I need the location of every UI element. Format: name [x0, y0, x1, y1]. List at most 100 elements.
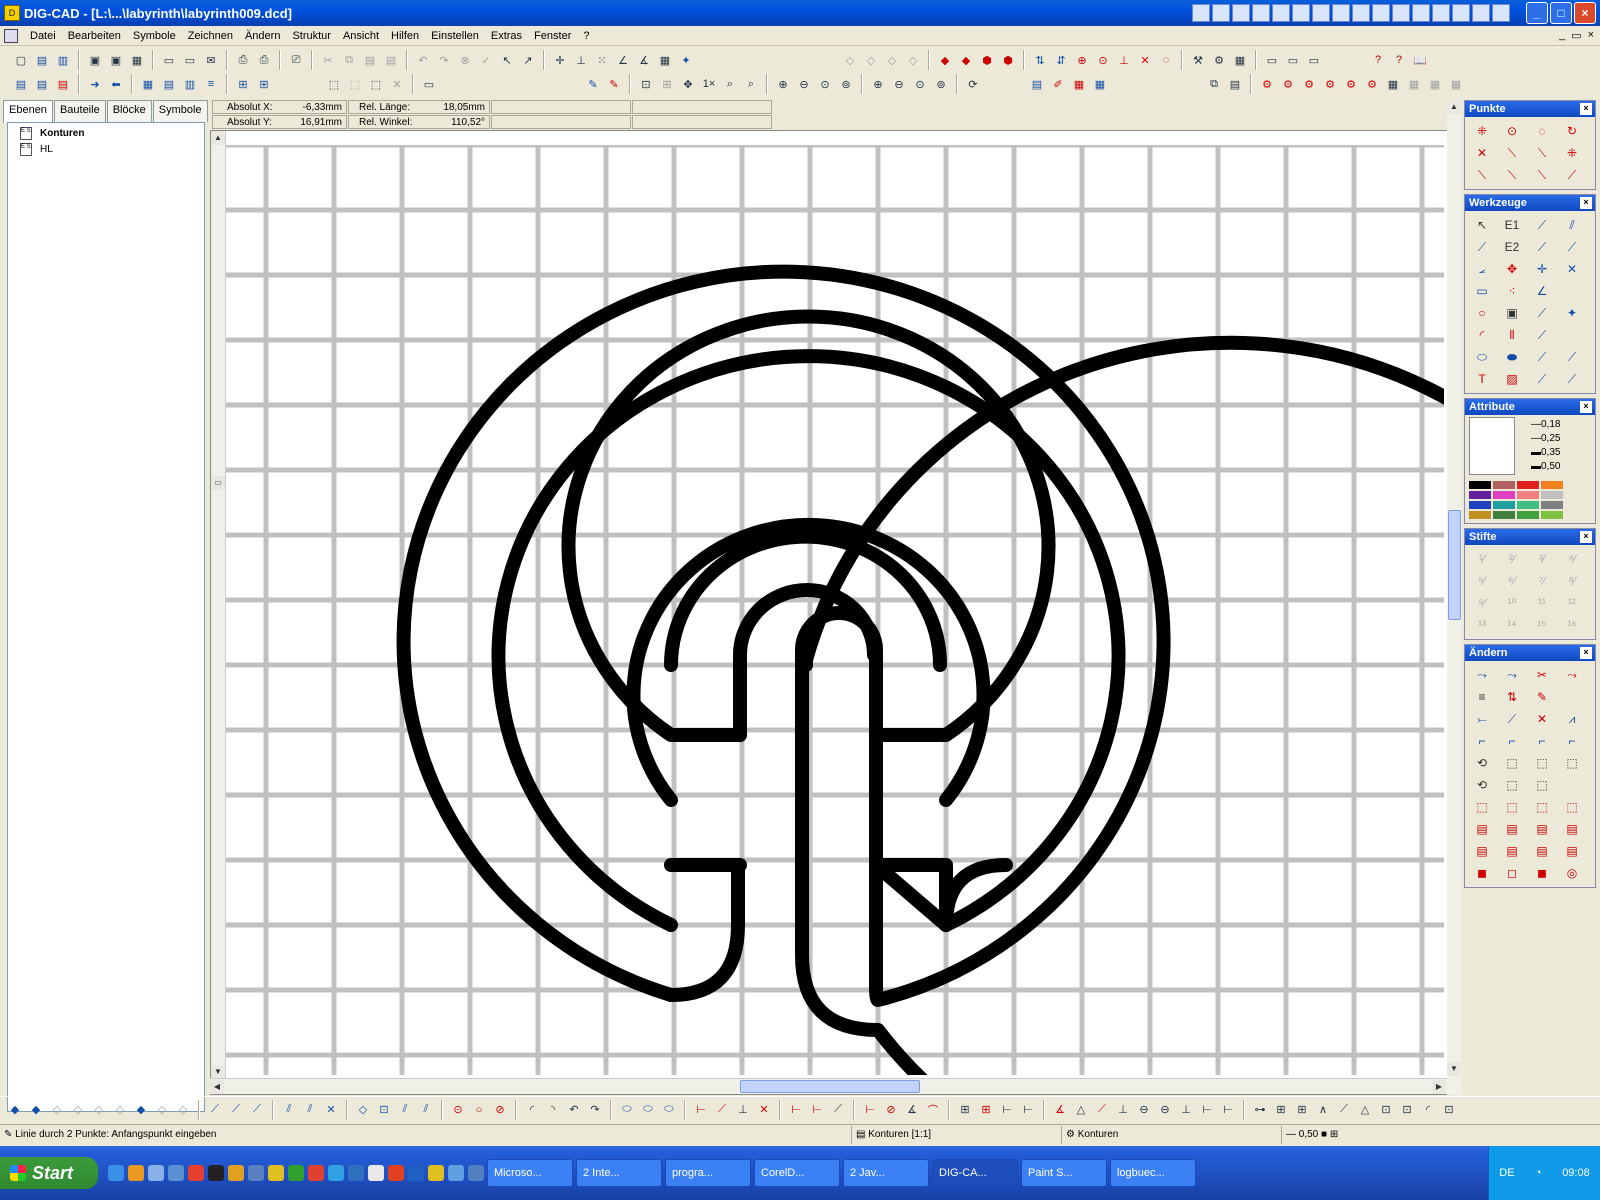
- point-intersect-icon[interactable]: ✕: [1471, 143, 1493, 163]
- tool6-icon[interactable]: [348, 1165, 364, 1181]
- dim26-icon[interactable]: ⊞: [1272, 1101, 1290, 1119]
- point-icon[interactable]: ⁜: [1471, 121, 1493, 141]
- arc-draw2-icon[interactable]: ◝: [544, 1101, 562, 1119]
- modify-block6-icon[interactable]: ▤: [1501, 841, 1523, 861]
- modify-3d3-icon[interactable]: ◼: [1531, 863, 1553, 883]
- pen-7-icon[interactable]: ⁷⁄: [1531, 571, 1553, 591]
- unit-icon[interactable]: ▭: [420, 75, 438, 93]
- shortcut-icon[interactable]: [1212, 4, 1230, 22]
- color-swatch[interactable]: [1469, 511, 1491, 519]
- paste-icon[interactable]: ▤: [361, 51, 379, 69]
- shortcut-icon[interactable]: [1312, 4, 1330, 22]
- modify-chamfer-icon[interactable]: ⌐: [1501, 731, 1523, 751]
- taskbar-item-internet[interactable]: 2 Inte...: [576, 1159, 662, 1187]
- modify-3d-icon[interactable]: ◼: [1471, 863, 1493, 883]
- cancel-icon[interactable]: ⊗: [456, 51, 474, 69]
- modify-delete-icon[interactable]: ✕: [1531, 709, 1553, 729]
- modify-block8-icon[interactable]: ▤: [1561, 841, 1583, 861]
- dim33-icon[interactable]: ◜: [1419, 1101, 1437, 1119]
- dim20-icon[interactable]: ⊖: [1135, 1101, 1153, 1119]
- menu-extras[interactable]: Extras: [485, 26, 528, 46]
- angle-snap-icon[interactable]: ∠: [614, 51, 632, 69]
- shortcut-icon[interactable]: [1392, 4, 1410, 22]
- circle-draw3-icon[interactable]: ⊘: [491, 1101, 509, 1119]
- snap-tangent-icon[interactable]: ⊙: [1094, 51, 1112, 69]
- confirm-icon[interactable]: ✓: [477, 51, 495, 69]
- save-as-icon[interactable]: ▣: [107, 51, 125, 69]
- compass-icon[interactable]: ✦: [1561, 303, 1583, 323]
- tab-ebenen[interactable]: Ebenen: [3, 100, 53, 123]
- pen-12-icon[interactable]: ¹²: [1561, 593, 1583, 613]
- taskbar-item-programm[interactable]: progra...: [665, 1159, 751, 1187]
- menu-zeichnen[interactable]: Zeichnen: [182, 26, 239, 46]
- arc-draw3-icon[interactable]: ↶: [565, 1101, 583, 1119]
- modify-array2-icon[interactable]: ⬚: [1501, 775, 1523, 795]
- scroll-down-right-icon[interactable]: ▼: [1447, 1062, 1461, 1076]
- menu-ansicht[interactable]: Ansicht: [337, 26, 385, 46]
- modify-block5-icon[interactable]: ▤: [1471, 841, 1493, 861]
- shortcut-icon[interactable]: [1292, 4, 1310, 22]
- import-icon[interactable]: ▭: [160, 51, 178, 69]
- modify-corner2-icon[interactable]: ⌐: [1561, 731, 1583, 751]
- dim34-icon[interactable]: ⊡: [1440, 1101, 1458, 1119]
- rectangle-icon[interactable]: ▭: [1471, 281, 1493, 301]
- point-div2-icon[interactable]: ⟍: [1501, 165, 1523, 185]
- color-swatch[interactable]: [1517, 481, 1539, 489]
- redraw-icon[interactable]: ⟳: [964, 75, 982, 93]
- vertical-scroll-thumb[interactable]: [1448, 510, 1461, 620]
- ungroup-icon[interactable]: ▤: [160, 75, 178, 93]
- window-icon[interactable]: ▭: [1263, 51, 1281, 69]
- dim10-icon[interactable]: ∡: [903, 1101, 921, 1119]
- color-swatch[interactable]: [1517, 501, 1539, 509]
- tool9-icon[interactable]: [408, 1165, 424, 1181]
- pen-16-icon[interactable]: ¹⁶: [1561, 615, 1583, 635]
- shortcut-icon[interactable]: [1472, 4, 1490, 22]
- ellipse-draw-icon[interactable]: ⬭: [618, 1101, 636, 1119]
- zoom-d-icon[interactable]: ⊚: [932, 75, 950, 93]
- symbol-icon[interactable]: ✦: [677, 51, 695, 69]
- plot-icon[interactable]: ⎚: [287, 51, 305, 69]
- shortcut-icon[interactable]: [1232, 4, 1250, 22]
- taskbar-item-microsoft[interactable]: Microso...: [487, 1159, 573, 1187]
- select-all-icon[interactable]: ⬚: [325, 75, 343, 93]
- color-swatch[interactable]: [1469, 501, 1491, 509]
- export-icon[interactable]: ▭: [181, 51, 199, 69]
- pen-9-icon[interactable]: ⁹⁄: [1471, 593, 1493, 613]
- modify-scale-icon[interactable]: ⬚: [1501, 753, 1523, 773]
- close-icon[interactable]: ×: [1580, 401, 1592, 413]
- dim21-icon[interactable]: ⊖: [1156, 1101, 1174, 1119]
- view-3d9-icon[interactable]: ◇: [174, 1101, 192, 1119]
- modify-block-icon[interactable]: ▤: [1471, 819, 1493, 839]
- pen-5-icon[interactable]: ⁵⁄: [1471, 571, 1493, 591]
- line-icon[interactable]: ⟋: [1471, 237, 1493, 257]
- modify-array3-icon[interactable]: ⬚: [1531, 775, 1553, 795]
- point-grid-icon[interactable]: ⁜: [1561, 143, 1583, 163]
- pick-icon[interactable]: ↖: [498, 51, 516, 69]
- shortcut-icon[interactable]: [1272, 4, 1290, 22]
- shortcut-icon[interactable]: [1492, 4, 1510, 22]
- move-icon[interactable]: ✥: [1501, 259, 1523, 279]
- scroll-up-icon[interactable]: ▲: [211, 131, 225, 145]
- arc-draw4-icon[interactable]: ↷: [586, 1101, 604, 1119]
- dim27-icon[interactable]: ⊞: [1293, 1101, 1311, 1119]
- ellipse-draw3-icon[interactable]: ⬭: [660, 1101, 678, 1119]
- grid4-icon[interactable]: ▦: [1447, 75, 1465, 93]
- dim4-icon[interactable]: ✕: [755, 1101, 773, 1119]
- ie-icon[interactable]: [108, 1165, 124, 1181]
- zoom-a-icon[interactable]: ⊕: [869, 75, 887, 93]
- extend2-icon[interactable]: ⟋: [1561, 347, 1583, 367]
- solid-block-icon[interactable]: ⬬: [1501, 347, 1523, 367]
- modify-block2-icon[interactable]: ▤: [1501, 819, 1523, 839]
- dim13-icon[interactable]: ⊞: [977, 1101, 995, 1119]
- document-icon[interactable]: [4, 28, 18, 43]
- horizontal-scroll-thumb[interactable]: [740, 1080, 920, 1093]
- modify-block3-icon[interactable]: ▤: [1531, 819, 1553, 839]
- tool10-icon[interactable]: [428, 1165, 444, 1181]
- menu-struktur[interactable]: Struktur: [286, 26, 337, 46]
- zoom-c-icon[interactable]: ⊙: [911, 75, 929, 93]
- solid-icon[interactable]: ◆: [936, 51, 954, 69]
- snap-near-icon[interactable]: ◌: [1157, 51, 1175, 69]
- line-width-0-50[interactable]: ▬ 0,50: [1525, 459, 1560, 473]
- help-context-icon[interactable]: ?: [1369, 51, 1387, 69]
- rows-icon[interactable]: ≡: [202, 75, 220, 93]
